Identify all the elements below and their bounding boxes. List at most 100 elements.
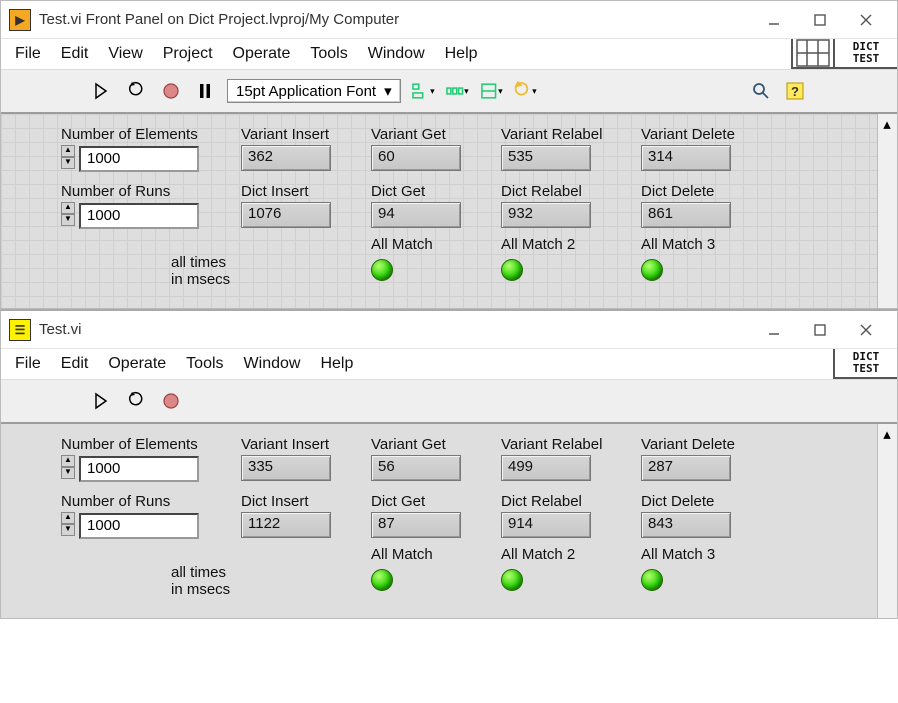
front-panel-2[interactable]: ▴ Number of Elements ▲▼ 1000 Variant Ins…	[1, 424, 897, 618]
minimize-button[interactable]	[751, 315, 797, 345]
run-arrow-icon[interactable]	[91, 79, 115, 103]
dict-get-indicator: 87	[371, 512, 461, 538]
all-match-2-label: All Match 2	[501, 236, 575, 253]
all-match-3-led	[641, 569, 663, 591]
labview-vi-icon: ▶	[9, 9, 31, 31]
menu-edit[interactable]: Edit	[61, 355, 89, 373]
titlebar-1[interactable]: ▶ Test.vi Front Panel on Dict Project.lv…	[1, 1, 897, 39]
align-objects-icon[interactable]: ▾	[411, 79, 435, 103]
menu-view[interactable]: View	[108, 45, 142, 63]
run-arrow-icon[interactable]	[91, 389, 115, 413]
dict-get-indicator: 94	[371, 202, 461, 228]
resize-objects-icon[interactable]: ▾	[479, 79, 503, 103]
spinner-icon[interactable]: ▲▼	[61, 145, 75, 173]
variant-delete-indicator: 314	[641, 145, 731, 171]
variant-insert-label: Variant Insert	[241, 126, 371, 143]
abort-icon[interactable]	[159, 79, 183, 103]
dict-insert-indicator: 1122	[241, 512, 331, 538]
num-runs-field[interactable]: 1000	[79, 203, 199, 229]
all-match-3-led	[641, 259, 663, 281]
connector-pane-icon[interactable]	[791, 39, 833, 69]
menu-window[interactable]: Window	[368, 45, 425, 63]
window-front-panel: ▶ Test.vi Front Panel on Dict Project.lv…	[0, 0, 898, 309]
search-icon[interactable]	[749, 79, 773, 103]
num-elements-field[interactable]: 1000	[79, 146, 199, 172]
variant-insert-indicator: 335	[241, 455, 331, 481]
menu-help[interactable]: Help	[445, 45, 478, 63]
num-runs-control[interactable]: ▲▼ 1000	[61, 512, 241, 540]
num-elements-label: Number of Elements	[61, 436, 241, 453]
spinner-icon[interactable]: ▲▼	[61, 455, 75, 483]
menu-tools[interactable]: Tools	[310, 45, 347, 63]
vertical-scrollbar[interactable]: ▴	[877, 114, 897, 308]
run-continuous-icon[interactable]	[125, 389, 149, 413]
maximize-button[interactable]	[797, 5, 843, 35]
distribute-objects-icon[interactable]: ▾	[445, 79, 469, 103]
num-elements-control[interactable]: ▲▼ 1000	[61, 455, 241, 483]
window-title-1: Test.vi Front Panel on Dict Project.lvpr…	[39, 11, 399, 28]
spinner-icon[interactable]: ▲▼	[61, 512, 75, 540]
num-runs-label: Number of Runs	[61, 183, 241, 200]
font-selector-label: 15pt Application Font	[236, 83, 376, 100]
dict-relabel-indicator: 914	[501, 512, 591, 538]
dict-relabel-label: Dict Relabel	[501, 493, 641, 510]
menu-window[interactable]: Window	[244, 355, 301, 373]
num-elements-label: Number of Elements	[61, 126, 241, 143]
dropdown-icon: ▾	[384, 82, 392, 100]
menu-file[interactable]: File	[15, 45, 41, 63]
variant-get-label: Variant Get	[371, 126, 501, 143]
spinner-icon[interactable]: ▲▼	[61, 202, 75, 230]
menu-tools[interactable]: Tools	[186, 355, 223, 373]
all-match-2-led	[501, 569, 523, 591]
vi-icon-badge[interactable]: DICT TEST	[833, 39, 897, 69]
all-match-2-led	[501, 259, 523, 281]
abort-icon[interactable]	[159, 389, 183, 413]
close-button[interactable]	[843, 5, 889, 35]
menu-project[interactable]: Project	[163, 45, 213, 63]
svg-text:?: ?	[791, 84, 799, 99]
menu-help[interactable]: Help	[320, 355, 353, 373]
reorder-icon[interactable]: ▾	[513, 79, 537, 103]
titlebar-2[interactable]: ☰ Test.vi	[1, 311, 897, 349]
menu-edit[interactable]: Edit	[61, 45, 89, 63]
all-match-1-label: All Match	[371, 236, 433, 253]
labview-vi-icon: ☰	[9, 319, 31, 341]
variant-relabel-indicator: 535	[501, 145, 591, 171]
window-runtime: ☰ Test.vi File Edit Operate Tools Window…	[0, 309, 898, 619]
minimize-button[interactable]	[751, 5, 797, 35]
num-runs-control[interactable]: ▲▼ 1000	[61, 202, 241, 230]
font-selector[interactable]: 15pt Application Font ▾	[227, 79, 401, 103]
variant-get-label: Variant Get	[371, 436, 501, 453]
front-panel-1[interactable]: ▴ Number of Elements ▲▼ 1000 Variant Ins…	[1, 114, 897, 308]
variant-get-indicator: 56	[371, 455, 461, 481]
all-match-2-label: All Match 2	[501, 546, 575, 563]
pause-icon[interactable]	[193, 79, 217, 103]
window-title-2: Test.vi	[39, 321, 82, 338]
num-elements-control[interactable]: ▲▼ 1000	[61, 145, 241, 173]
menu-operate[interactable]: Operate	[108, 355, 166, 373]
menu-file[interactable]: File	[15, 355, 41, 373]
close-button[interactable]	[843, 315, 889, 345]
vi-icon-badge[interactable]: DICT TEST	[833, 349, 897, 379]
vertical-scrollbar[interactable]: ▴	[877, 424, 897, 618]
menu-operate[interactable]: Operate	[233, 45, 291, 63]
toolbar-1: 15pt Application Font ▾ ▾ ▾ ▾ ▾ ?	[1, 70, 897, 114]
run-continuous-icon[interactable]	[125, 79, 149, 103]
help-icon[interactable]: ?	[783, 79, 807, 103]
variant-relabel-label: Variant Relabel	[501, 126, 641, 143]
num-elements-field[interactable]: 1000	[79, 456, 199, 482]
dict-get-label: Dict Get	[371, 183, 501, 200]
dict-insert-label: Dict Insert	[241, 183, 371, 200]
variant-relabel-label: Variant Relabel	[501, 436, 641, 453]
variant-insert-indicator: 362	[241, 145, 331, 171]
variant-delete-label: Variant Delete	[641, 126, 771, 143]
all-match-1-led	[371, 259, 393, 281]
menubar-2: File Edit Operate Tools Window Help DICT…	[1, 349, 897, 380]
dict-relabel-label: Dict Relabel	[501, 183, 641, 200]
times-note: all times in msecs	[171, 564, 241, 598]
scroll-up-icon[interactable]: ▴	[879, 426, 895, 442]
scroll-up-icon[interactable]: ▴	[879, 116, 895, 132]
maximize-button[interactable]	[797, 315, 843, 345]
menubar-1: File Edit View Project Operate Tools Win…	[1, 39, 897, 70]
num-runs-field[interactable]: 1000	[79, 513, 199, 539]
